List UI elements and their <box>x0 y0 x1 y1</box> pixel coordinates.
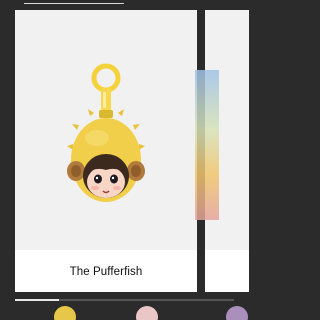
pufferfish-figure <box>67 109 145 202</box>
keyring-icon <box>91 63 121 118</box>
thumbnail-pink-figure[interactable] <box>136 306 158 320</box>
next-product-card[interactable] <box>195 10 249 292</box>
product-card[interactable]: The Pufferfish <box>15 10 197 292</box>
product-carousel[interactable]: The Pufferfish <box>0 0 249 300</box>
thumbnail-yellow-figure[interactable] <box>54 306 76 320</box>
carousel-scrollbar-thumb[interactable] <box>15 299 59 301</box>
product-title[interactable]: The Pufferfish <box>15 266 197 278</box>
product-image-pufferfish <box>67 63 145 202</box>
thumbnail-purple-figure[interactable] <box>226 306 248 320</box>
next-product-card-footer <box>205 250 249 292</box>
thumbnail-row <box>0 302 249 320</box>
next-product-image <box>195 70 219 220</box>
